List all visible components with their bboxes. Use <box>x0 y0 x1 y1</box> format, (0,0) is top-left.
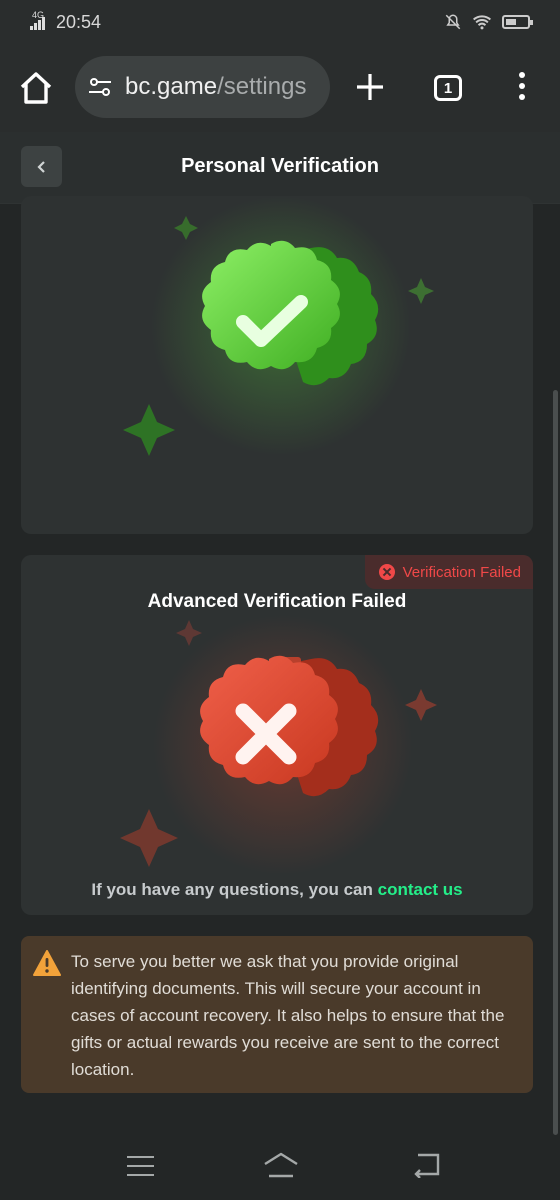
page-header: Personal Verification <box>0 132 560 204</box>
new-tab-icon[interactable] <box>355 72 385 102</box>
mute-bell-icon <box>445 14 461 30</box>
verification-failed-badge: Verification Failed <box>364 555 533 589</box>
contact-prefix: If you have any questions, you can <box>91 880 373 899</box>
system-nav-bar <box>0 1136 560 1200</box>
wifi-icon <box>473 15 491 30</box>
status-time: 20:54 <box>56 11 102 32</box>
basic-verification-card <box>21 196 533 534</box>
battery-icon <box>502 15 533 29</box>
error-circle-icon <box>378 564 395 580</box>
home-icon[interactable] <box>18 70 54 106</box>
advanced-verification-card: Verification Failed Advanced Verificatio… <box>21 555 533 915</box>
fail-badge-label: Verification Failed <box>402 563 521 581</box>
nav-home-icon[interactable] <box>262 1152 300 1178</box>
tab-switcher-button[interactable]: 1 <box>434 75 462 101</box>
verified-badge-illustration <box>123 196 434 456</box>
page-title: Personal Verification <box>181 155 379 177</box>
notice-text: To serve you better we ask that you prov… <box>71 952 505 1079</box>
contact-us-link[interactable]: contact us <box>378 880 463 899</box>
site-settings-icon[interactable] <box>87 74 113 100</box>
advanced-title: Advanced Verification Failed <box>147 591 407 612</box>
url-text[interactable]: bc.game/settings <box>125 73 306 101</box>
warning-icon <box>33 950 61 976</box>
nav-back-icon[interactable] <box>412 1152 442 1178</box>
status-bar: 4G 20:54 <box>0 0 560 44</box>
recent-apps-icon[interactable] <box>127 1156 154 1176</box>
url-domain: bc.game <box>125 73 218 100</box>
url-path: /settings <box>217 73 307 100</box>
contact-line: If you have any questions, you can conta… <box>21 880 533 900</box>
address-bar[interactable]: bc.game/settings <box>75 56 330 118</box>
browser-toolbar: bc.game/settings 1 <box>0 44 560 132</box>
signal-icon: 4G <box>30 10 50 32</box>
page-scrollbar[interactable] <box>553 390 558 1135</box>
overflow-menu-icon[interactable] <box>512 72 532 104</box>
documents-notice: To serve you better we ask that you prov… <box>21 936 533 1093</box>
